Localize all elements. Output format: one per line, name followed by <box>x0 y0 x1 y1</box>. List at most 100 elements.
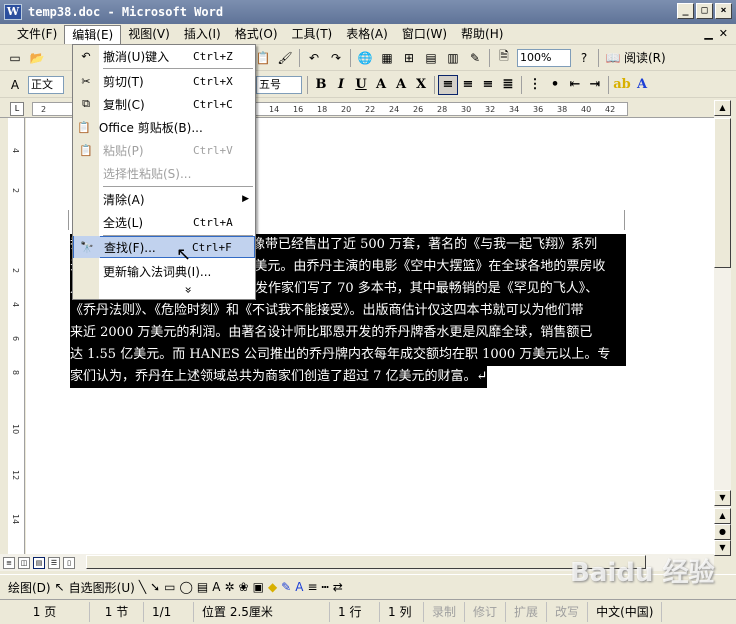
arrow-icon[interactable]: ➘ <box>150 580 160 594</box>
picture-icon[interactable]: ▣ <box>253 580 264 594</box>
align-center-icon[interactable]: ≡ <box>458 75 478 95</box>
scroll-down-icon[interactable]: ▼ <box>714 490 731 506</box>
undo-icon[interactable]: ↶ <box>304 48 324 68</box>
scroll-up-icon[interactable]: ▲ <box>714 100 731 116</box>
menu-help[interactable]: 帮助(H) <box>454 25 510 44</box>
menu-item-select-all[interactable]: 全选(L) Ctrl+A <box>73 211 255 233</box>
decrease-indent-icon[interactable]: ⇤ <box>565 75 585 95</box>
menu-format[interactable]: 格式(O) <box>228 25 285 44</box>
menu-window[interactable]: 窗口(W) <box>395 25 454 44</box>
diagram-icon[interactable]: ✲ <box>224 580 234 594</box>
autoshapes-menu[interactable]: 自选图形(U) <box>69 579 135 596</box>
open-icon[interactable]: 📂 <box>27 48 47 68</box>
menu-insert[interactable]: 插入(I) <box>177 25 228 44</box>
read-button[interactable]: 阅读(R) <box>624 49 666 66</box>
highlight-icon[interactable]: ab <box>612 75 632 95</box>
menu-tools[interactable]: 工具(T) <box>285 25 340 44</box>
rectangle-icon[interactable]: ▭ <box>164 580 175 594</box>
fill-color-icon[interactable]: ◆ <box>268 580 277 594</box>
reading-view-icon[interactable]: ▯ <box>63 556 75 569</box>
underline-icon[interactable]: U <box>351 75 371 95</box>
doc-map-icon[interactable]: 🗎 <box>494 48 514 68</box>
status-ext[interactable]: 扩展 <box>506 602 548 622</box>
menu-edit[interactable]: 编辑(E) <box>64 24 122 44</box>
text-line[interactable]: 来近 2000 万美元的利润。由著名设计师比耶恩开发的乔丹牌香水更是风靡全球，销… <box>70 322 626 344</box>
doc-close-icon[interactable]: ✕ <box>719 27 728 40</box>
insert-table-icon[interactable]: ⊞ <box>399 48 419 68</box>
read-icon[interactable]: 📖 <box>603 48 623 68</box>
scroll-thumb[interactable] <box>714 118 731 268</box>
menu-view[interactable]: 视图(V) <box>121 25 177 44</box>
text-line[interactable]: 《乔丹法则》、《危险时刻》和《不试我不能接受》。出版商估计仅这四本书就可以为他们… <box>70 300 626 322</box>
status-ovr[interactable]: 改写 <box>547 602 589 622</box>
close-button[interactable]: × <box>715 3 732 19</box>
wordart-icon[interactable]: A <box>212 580 220 594</box>
menu-table[interactable]: 表格(A) <box>339 25 395 44</box>
status-trk[interactable]: 修订 <box>465 602 507 622</box>
next-page-icon[interactable]: ▼ <box>714 540 731 556</box>
web-view-icon[interactable]: ◫ <box>18 556 30 569</box>
normal-view-icon[interactable]: ≡ <box>3 556 15 569</box>
styles-icon[interactable]: A <box>5 75 25 95</box>
text-line[interactable]: 家们认为，乔丹在上述领域总共为商家们创造了超过 7 亿美元的财富。↵ <box>70 366 488 388</box>
minimize-button[interactable]: _ <box>677 3 694 19</box>
distributed-icon[interactable]: ≣ <box>498 75 518 95</box>
bullets-icon[interactable]: • <box>545 75 565 95</box>
hyperlink-icon[interactable]: 🌐 <box>355 48 375 68</box>
italic-icon[interactable]: I <box>331 75 351 95</box>
menu-item-update-ime[interactable]: 更新输入法词典(I)... <box>73 260 255 282</box>
clipart-icon[interactable]: ❀ <box>239 580 249 594</box>
redo-icon[interactable]: ↷ <box>326 48 346 68</box>
select-objects-icon[interactable]: ↖ <box>55 580 65 594</box>
maximize-button[interactable]: □ <box>696 3 713 19</box>
numbering-icon[interactable]: ⋮ <box>525 75 545 95</box>
arrow-style-icon[interactable]: ⇄ <box>333 580 343 594</box>
draw-menu[interactable]: 绘图(D) <box>8 579 51 596</box>
textbox-icon[interactable]: ▤ <box>197 580 208 594</box>
drawing-icon[interactable]: ✎ <box>465 48 485 68</box>
menu-item-cut[interactable]: ✂ 剪切(T) Ctrl+X <box>73 70 255 92</box>
paste-icon[interactable]: 📋 <box>253 48 273 68</box>
draw-font-color-icon[interactable]: A <box>295 580 303 594</box>
font-color-icon[interactable]: A <box>632 75 652 95</box>
text-line[interactable]: 达 1.55 亿美元。而 HANES 公司推出的乔丹牌内衣每年成交额均在职 10… <box>70 344 626 366</box>
vertical-ruler[interactable]: 4 2 2 4 6 8 10 12 14 <box>8 118 25 554</box>
status-rec[interactable]: 录制 <box>424 602 466 622</box>
format-painter-icon[interactable]: 🖌 <box>275 48 295 68</box>
zoom-select[interactable]: 100% <box>517 48 571 67</box>
menu-item-find[interactable]: 🔭 查找(F)... Ctrl+F <box>73 236 255 258</box>
browse-object-icon[interactable]: ● <box>714 524 731 540</box>
new-doc-icon[interactable]: ▭ <box>5 48 25 68</box>
menu-item-copy[interactable]: ⧉ 复制(C) Ctrl+C <box>73 93 255 115</box>
menu-item-clear[interactable]: 清除(A) ▶ <box>73 188 255 210</box>
char-shading-icon[interactable]: A <box>391 75 411 95</box>
align-right-icon[interactable]: ≡ <box>478 75 498 95</box>
menu-item-clipboard[interactable]: 📋 Office 剪贴板(B)... <box>73 116 255 138</box>
menu-item-undo[interactable]: ↶ 撤消(U)键入 Ctrl+Z <box>73 45 255 67</box>
font-size-select[interactable]: 五号 <box>256 75 302 94</box>
menu-file[interactable]: 文件(F) <box>10 25 64 44</box>
excel-icon[interactable]: ▤ <box>421 48 441 68</box>
bold-icon[interactable]: B <box>311 75 331 95</box>
char-border-icon[interactable]: A <box>371 75 391 95</box>
help-icon[interactable]: ? <box>574 48 594 68</box>
oval-icon[interactable]: ◯ <box>179 580 192 594</box>
hscroll-thumb[interactable] <box>86 555 646 569</box>
style-select[interactable]: 正文 <box>28 75 64 94</box>
menu-expand-button[interactable]: » <box>73 281 255 299</box>
prev-page-icon[interactable]: ▲ <box>714 508 731 524</box>
align-justify-icon[interactable]: ≡ <box>438 74 458 95</box>
dash-style-icon[interactable]: ┅ <box>322 580 329 594</box>
char-scale-icon[interactable]: X <box>411 75 431 95</box>
doc-minimize-icon[interactable]: ▁ <box>704 27 712 40</box>
print-view-icon[interactable]: ▤ <box>33 556 45 569</box>
word-app-icon[interactable]: W <box>4 4 22 20</box>
columns-icon[interactable]: ▥ <box>443 48 463 68</box>
vertical-scrollbar[interactable]: ▲ ▼ ▲ ● ▼ <box>714 100 731 556</box>
tab-selector-icon[interactable]: L <box>10 102 24 116</box>
increase-indent-icon[interactable]: ⇥ <box>585 75 605 95</box>
outline-view-icon[interactable]: ☰ <box>48 556 60 569</box>
line-color-icon[interactable]: ✎ <box>281 580 291 594</box>
line-style-icon[interactable]: ≡ <box>307 580 317 594</box>
tables-icon[interactable]: ▦ <box>377 48 397 68</box>
